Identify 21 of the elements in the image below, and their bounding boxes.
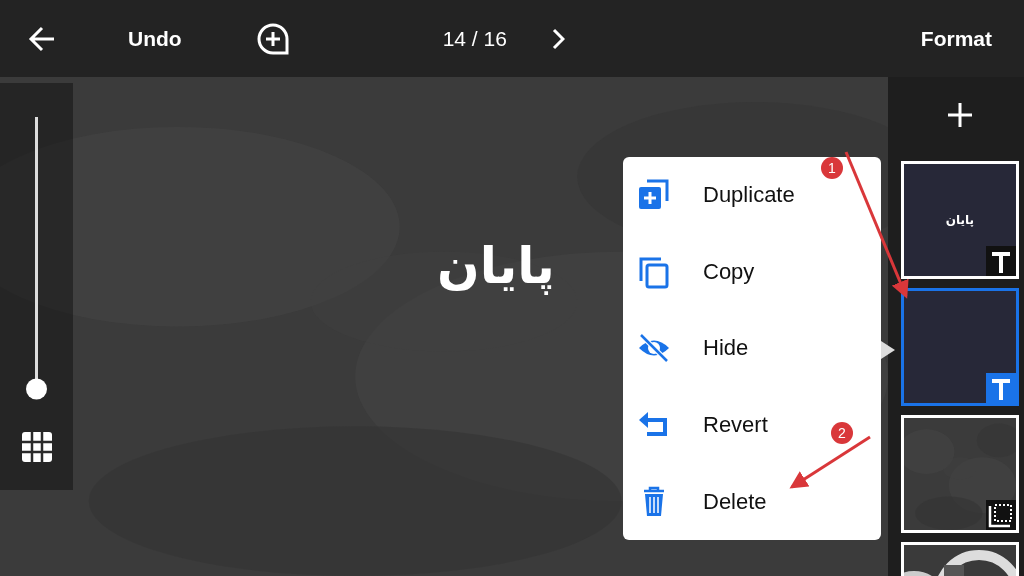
menu-pointer xyxy=(881,341,895,359)
back-button[interactable] xyxy=(28,25,56,52)
text-icon xyxy=(986,246,1016,276)
menu-item[interactable]: Hide xyxy=(623,310,881,387)
text-icon xyxy=(986,373,1016,403)
crop-icon xyxy=(986,500,1016,530)
page-indicator: 14 / 16 xyxy=(442,26,507,51)
slide-thumbnail[interactable]: پایان xyxy=(901,161,1019,279)
plus-icon[interactable] xyxy=(946,101,974,129)
back-arrow-icon xyxy=(28,25,56,52)
menu-item[interactable]: Copy xyxy=(623,233,881,310)
format-button[interactable]: Format xyxy=(920,26,992,51)
next-button[interactable] xyxy=(550,27,565,50)
add-button[interactable] xyxy=(255,21,290,56)
slide-thumbnail[interactable] xyxy=(901,288,1019,406)
chevron-right-icon xyxy=(550,27,565,50)
thumbnail-text: پایان xyxy=(945,213,975,227)
undo-button[interactable]: Undo xyxy=(128,26,182,51)
grid-icon[interactable] xyxy=(20,431,53,463)
slide-title: پایان xyxy=(437,237,555,295)
menu-item[interactable]: Delete xyxy=(623,463,881,540)
